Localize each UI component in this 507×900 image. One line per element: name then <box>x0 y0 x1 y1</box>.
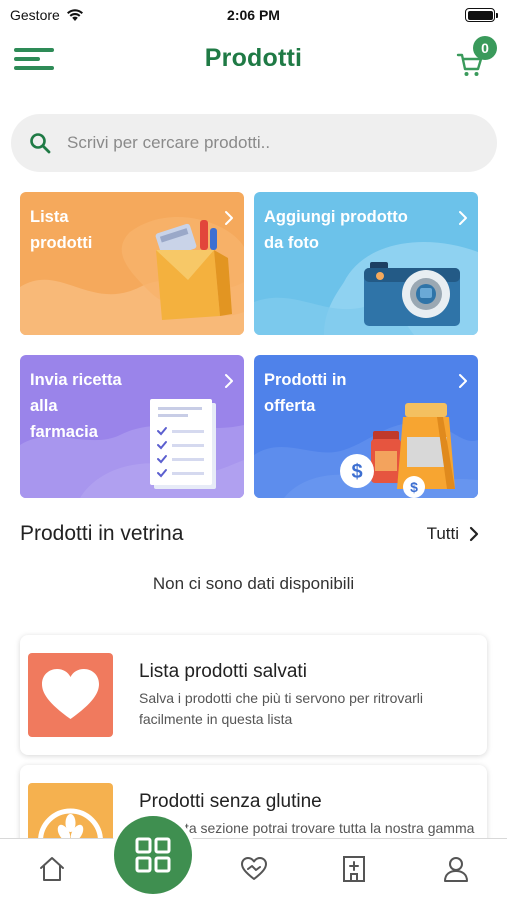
tab-bar <box>0 838 507 900</box>
see-all-link[interactable]: Tutti <box>427 524 479 544</box>
menu-button[interactable] <box>14 48 58 74</box>
chevron-right-icon <box>225 211 233 225</box>
section-title-vetrina: Prodotti in vetrina <box>20 522 184 545</box>
search-input[interactable] <box>67 133 447 153</box>
search-bar[interactable] <box>11 114 497 172</box>
chevron-right-icon <box>459 374 467 388</box>
empty-state-message: Non ci sono dati disponibili <box>152 574 355 593</box>
cart-count-badge: 0 <box>473 36 497 60</box>
search-icon <box>30 133 51 154</box>
tile-prodotti-offerta[interactable]: $ $ Prodotti in offerta <box>254 355 478 498</box>
wifi-icon <box>66 9 83 21</box>
card-description: Salva i prodotti che più ti servono per … <box>139 690 424 727</box>
prescription-list-icon <box>150 399 216 489</box>
fab-circle <box>114 816 192 894</box>
heart-hand-icon <box>241 857 267 880</box>
svg-text:$: $ <box>351 461 362 483</box>
offer-products-icon: $ $ <box>340 403 455 498</box>
camera-icon <box>364 262 460 326</box>
tile-lista-prodotti[interactable]: Lista prodotti <box>20 192 244 335</box>
header: Prodotti 0 <box>0 30 507 90</box>
page-title: Prodotti <box>204 44 303 72</box>
tab-health[interactable] <box>234 849 274 889</box>
tile-label: Aggiungi prodotto da foto <box>264 208 408 252</box>
card-title: Lista prodotti salvati <box>139 661 307 682</box>
tile-invia-ricetta[interactable]: Invia ricetta alla farmacia <box>20 355 244 498</box>
battery-icon <box>465 8 498 22</box>
chevron-right-icon <box>225 374 233 388</box>
tab-products-fab[interactable] <box>110 812 196 898</box>
tile-label: Lista prodotti <box>30 208 93 252</box>
pharmacy-icon <box>343 856 365 882</box>
profile-icon <box>444 857 468 882</box>
menu-line-icon <box>14 57 40 61</box>
svg-text:$: $ <box>410 479 418 495</box>
carrier-label: Gestore <box>10 7 60 23</box>
card-icon-tile <box>28 653 113 737</box>
chevron-right-icon <box>459 211 467 225</box>
home-icon <box>40 857 64 881</box>
shopping-bag-icon <box>155 220 232 320</box>
menu-line-icon <box>14 66 54 70</box>
cart-button[interactable]: 0 <box>455 36 497 80</box>
tile-label: Prodotti in offerta <box>264 371 347 415</box>
status-bar: Gestore 2:06 PM <box>0 0 507 30</box>
tab-profile[interactable] <box>436 849 476 889</box>
tile-aggiungi-prodotto-foto[interactable]: Aggiungi prodotto da foto <box>254 192 478 335</box>
tile-label: Invia ricetta alla farmacia <box>30 371 122 441</box>
tab-home[interactable] <box>32 849 72 889</box>
heart-icon <box>42 669 99 719</box>
menu-line-icon <box>14 48 54 52</box>
status-left: Gestore <box>10 7 84 23</box>
tab-pharmacy[interactable] <box>334 849 374 889</box>
card-title: Prodotti senza glutine <box>139 791 322 812</box>
card-saved-products[interactable]: Lista prodotti salvati Salva i prodotti … <box>20 635 487 755</box>
grid-icon <box>135 837 171 873</box>
chevron-right-icon <box>469 526 479 542</box>
see-all-label: Tutti <box>426 524 459 543</box>
